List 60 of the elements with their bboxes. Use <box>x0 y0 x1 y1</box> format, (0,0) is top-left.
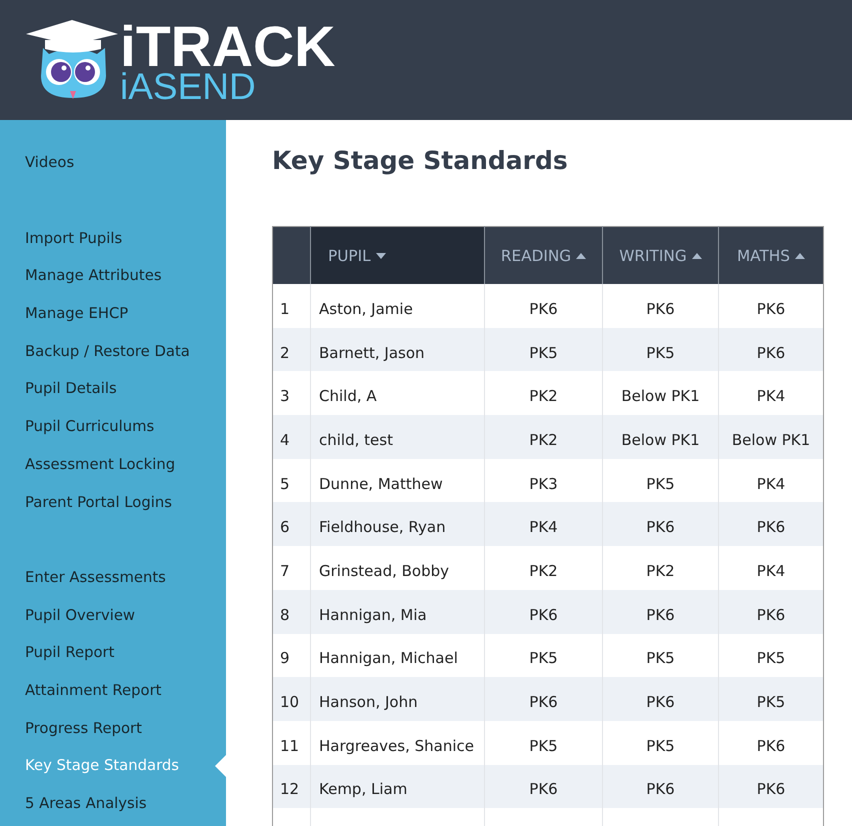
row-number: 7 <box>272 546 310 590</box>
nav-link[interactable]: Enter Assessments <box>0 558 226 596</box>
nav-link[interactable]: Pupil Report <box>0 634 226 672</box>
pupil-name: Kemp, Liam <box>310 764 484 808</box>
column-header[interactable]: MATHS <box>718 226 824 284</box>
standard-cell: PK6 <box>718 328 824 372</box>
standard-cell: PK6 <box>602 764 718 808</box>
standard-cell: Below PK1 <box>602 415 718 459</box>
pupil-name: Barnett, Jason <box>310 328 484 372</box>
column-header[interactable]: READING <box>484 226 602 284</box>
nav-link[interactable]: 5 Areas Analysis <box>0 784 226 822</box>
standard-cell: PK5 <box>718 677 824 721</box>
standard-cell: PK6 <box>602 502 718 546</box>
pupil-name: child, test <box>310 415 484 459</box>
standard-cell: PK6 <box>602 677 718 721</box>
standard-cell: PK6 <box>484 764 602 808</box>
standard-cell: PK6 <box>484 677 602 721</box>
standard-cell: PK6 <box>602 590 718 634</box>
pupil-name: Hannigan, Mia <box>310 590 484 634</box>
standard-cell: PK6 <box>718 502 824 546</box>
standard-cell: PK6 <box>718 764 824 808</box>
nav-link[interactable]: Pupil Overview <box>0 596 226 634</box>
row-number: 6 <box>272 502 310 546</box>
standard-cell: PK5 <box>602 328 718 372</box>
row-number: 8 <box>272 590 310 634</box>
standard-cell: PK6 <box>484 590 602 634</box>
row-number: 3 <box>272 371 310 416</box>
column-header[interactable]: WRITING <box>602 226 718 284</box>
nav-link[interactable]: Videos <box>0 144 226 182</box>
row-number: 4 <box>272 415 310 459</box>
pupil-name: Fieldhouse, Ryan <box>310 502 484 546</box>
nav-link[interactable]: Backup / Restore Data <box>0 332 226 370</box>
row-number: 5 <box>272 458 310 502</box>
standard-cell: PK5 <box>484 328 602 372</box>
logo-title: iTRACK <box>120 24 336 70</box>
row-number: 12 <box>272 764 310 808</box>
nav-link[interactable]: Assessment Locking <box>0 446 226 484</box>
nav-link[interactable]: Manage EHCP <box>0 294 226 332</box>
row-number: 11 <box>272 720 310 765</box>
nav-link[interactable]: Import Pupils <box>0 219 226 258</box>
standard-cell: PK2 <box>484 415 602 459</box>
nav-link[interactable]: Manage Attributes <box>0 257 226 295</box>
standard-cell: PK6 <box>718 590 824 634</box>
nav-link[interactable]: Pupil Details <box>0 370 226 408</box>
nav-link[interactable]: Pupil Curriculums <box>0 408 226 446</box>
nav-link[interactable]: Attainment Report <box>0 672 226 710</box>
row-number: 10 <box>272 677 310 721</box>
page-title: Key Stage Standards <box>272 146 568 176</box>
nav-link[interactable]: Parent Portal Logins <box>0 483 226 521</box>
row-number: 2 <box>272 328 310 372</box>
table-header-corner <box>272 226 310 284</box>
standard-cell: PK4 <box>484 502 602 546</box>
logo-subtitle: iASEND <box>120 70 256 104</box>
standard-cell: Below PK1 <box>718 415 824 459</box>
pupil-name: Hanson, John <box>310 677 484 721</box>
row-number: 9 <box>272 634 310 678</box>
column-header[interactable]: PUPIL <box>310 226 484 284</box>
row-number: 1 <box>272 284 310 328</box>
pointer-icon <box>215 754 226 777</box>
nav-link[interactable]: Progress Report <box>0 709 226 747</box>
